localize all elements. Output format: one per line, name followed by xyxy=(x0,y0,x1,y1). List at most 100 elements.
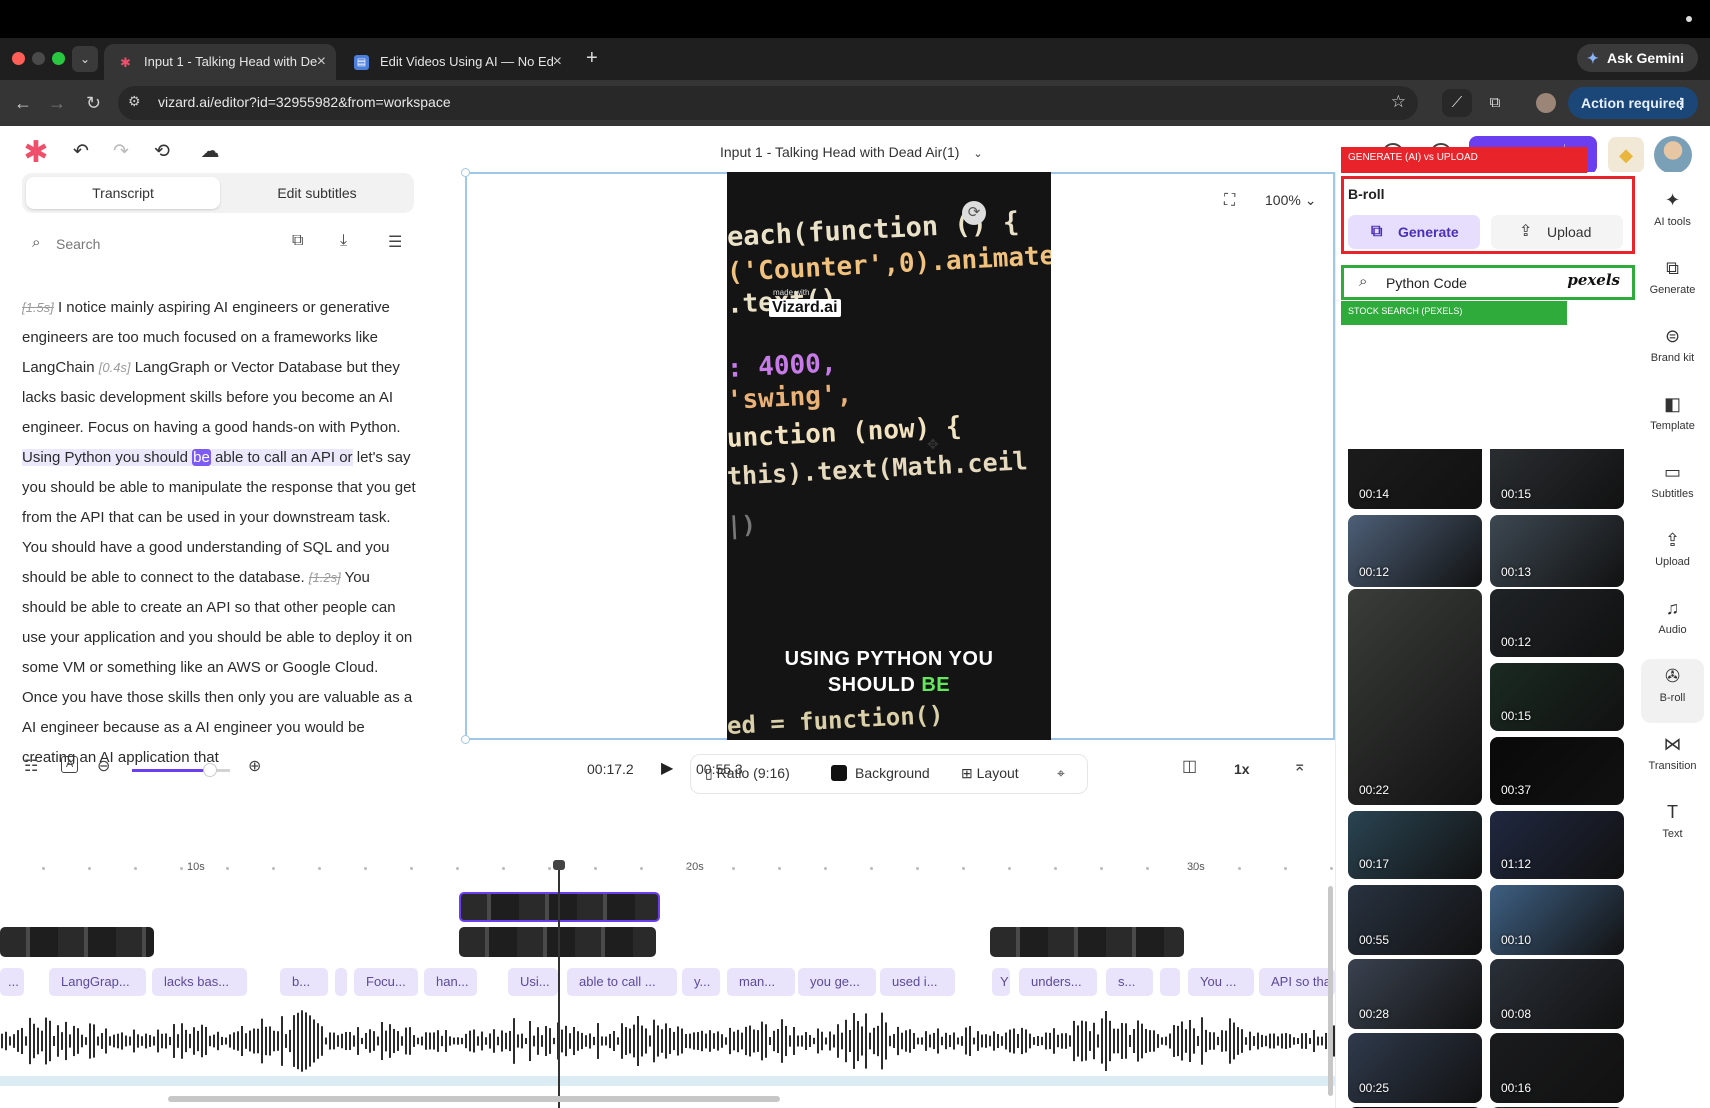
broll-thumbnail[interactable]: 00:37 xyxy=(1490,737,1624,805)
broll-thumbnail[interactable]: 00:15 xyxy=(1490,449,1624,509)
word-chip[interactable]: y... xyxy=(682,968,720,996)
word-chip[interactable]: LangGrap... xyxy=(49,968,146,996)
zoom-in-icon[interactable]: ⊕ xyxy=(248,756,261,776)
broll-thumbnail[interactable]: 00:10 xyxy=(1490,885,1624,955)
broll-thumbnail[interactable]: 00:16 xyxy=(1490,1033,1624,1103)
word-chip[interactable]: man... xyxy=(727,968,795,996)
transcript-text[interactable]: [1.5s] I notice mainly aspiring AI engin… xyxy=(22,293,417,938)
user-avatar[interactable] xyxy=(1654,136,1692,174)
tab-transcript[interactable]: Transcript xyxy=(26,177,220,209)
word-chip[interactable]: used i... xyxy=(880,968,955,996)
undo-icon[interactable]: ↶ xyxy=(68,139,94,165)
rail-item[interactable]: ✇ B-roll xyxy=(1635,659,1710,723)
timeline-ruler[interactable]: 10s 20s 30s xyxy=(0,861,1335,881)
generate-button[interactable]: ⧉ Generate xyxy=(1348,215,1480,249)
word-chip[interactable]: Focu... xyxy=(354,968,418,996)
timeline-collapse-icon[interactable]: ⌅ xyxy=(1293,756,1306,776)
broll-thumbnail[interactable]: 00:13 xyxy=(1490,515,1624,587)
new-tab-button[interactable]: + xyxy=(586,46,598,70)
word-chip[interactable] xyxy=(1160,968,1180,996)
word-chip[interactable]: b... xyxy=(280,968,328,996)
speed-button[interactable]: 1x xyxy=(1234,761,1250,777)
rail-item[interactable]: ♫ Audio xyxy=(1635,596,1710,654)
rail-item[interactable]: ⊜ Brand kit xyxy=(1635,324,1710,382)
download-icon[interactable]: ⤓ xyxy=(340,232,347,250)
omnibox[interactable]: ⚙ vizard.ai/editor?id=32955982&from=work… xyxy=(118,86,1418,120)
word-chip[interactable]: s... xyxy=(1106,968,1153,996)
timeline-zoom-slider[interactable] xyxy=(132,763,230,777)
close-tab-icon[interactable]: × xyxy=(553,44,562,80)
broll-thumbnail[interactable]: 00:14 xyxy=(1348,449,1482,509)
upload-button[interactable]: ⇪ Upload xyxy=(1491,215,1623,249)
word-chip[interactable]: API so tha xyxy=(1259,968,1335,996)
video-clip[interactable] xyxy=(0,927,154,957)
rail-item[interactable]: ⧉ Generate xyxy=(1635,256,1710,314)
word-chip[interactable]: You ... xyxy=(1188,968,1254,996)
word-chip[interactable]: ... xyxy=(0,968,24,996)
redo-icon[interactable]: ↷ xyxy=(108,139,134,165)
upgrade-gem-icon[interactable]: ◆ xyxy=(1608,137,1644,173)
broll-search-input[interactable] xyxy=(1386,271,1556,295)
broll-thumbnail[interactable]: 00:12 xyxy=(1348,515,1482,587)
browser-tab-active[interactable]: ✱ Input 1 - Talking Head with De × xyxy=(104,44,336,80)
play-icon[interactable]: ▶ xyxy=(661,758,673,778)
browser-tab[interactable]: ▤ Edit Videos Using AI — No Ed × xyxy=(340,44,572,80)
extensions-puzzle-icon[interactable]: ⧉ xyxy=(1480,89,1510,117)
broll-thumbnail[interactable]: 00:12 xyxy=(1490,589,1624,657)
tab-edit-subtitles[interactable]: Edit subtitles xyxy=(220,177,414,209)
vizard-logo[interactable]: ✱ xyxy=(22,138,50,168)
rail-item[interactable]: ◧ Template xyxy=(1635,392,1710,450)
minimize-window-button[interactable] xyxy=(32,52,45,65)
resize-handle[interactable] xyxy=(461,735,470,744)
cloud-icon[interactable]: ☁ xyxy=(197,139,223,165)
split-icon[interactable]: ◫ xyxy=(1182,756,1197,776)
word-chip[interactable]: unders... xyxy=(1019,968,1097,996)
broll-thumbnail[interactable]: 00:22 xyxy=(1348,589,1482,805)
ask-gemini-button[interactable]: ✦ Ask Gemini xyxy=(1576,44,1698,72)
word-chip[interactable]: able to call ... xyxy=(567,968,677,996)
zoom-out-icon[interactable]: ⊖ xyxy=(97,756,110,776)
pause-marker[interactable]: [1.2s] xyxy=(309,570,341,585)
video-preview[interactable]: each(function () { ('Counter',0).animate… xyxy=(727,172,1051,740)
timeline-horizontal-scrollbar[interactable] xyxy=(168,1096,780,1102)
forward-icon[interactable]: → xyxy=(48,91,66,115)
profile-avatar[interactable] xyxy=(1536,93,1556,113)
pause-marker[interactable]: [0.4s] xyxy=(99,360,131,375)
rail-item[interactable]: T Text xyxy=(1635,800,1710,858)
timeline-settings-icon[interactable]: ☷ xyxy=(24,756,38,776)
rail-item[interactable]: ✦ AI tools xyxy=(1635,188,1710,246)
filter-icon[interactable]: ☰ xyxy=(388,232,402,252)
tab-search-button[interactable]: ⌄ xyxy=(72,46,98,72)
broll-thumbnail[interactable]: 00:55 xyxy=(1348,885,1482,955)
extension-wand-icon[interactable]: ⟋ xyxy=(1442,89,1472,117)
word-chip[interactable] xyxy=(335,968,347,996)
pause-marker[interactable]: [1.5s] xyxy=(22,300,54,315)
transcript-search-input[interactable] xyxy=(56,232,276,256)
zoom-select[interactable]: 100% ⌄ xyxy=(1265,192,1316,209)
close-tab-icon[interactable]: × xyxy=(317,44,326,80)
reload-icon[interactable]: ↻ xyxy=(86,91,101,115)
site-info-icon[interactable]: ⚙ xyxy=(128,93,141,110)
playhead-handle[interactable] xyxy=(553,860,565,870)
broll-thumbnail[interactable]: 00:15 xyxy=(1490,663,1624,731)
bookmark-star-icon[interactable]: ☆ xyxy=(1391,92,1406,112)
broll-thumbnail[interactable]: 00:08 xyxy=(1490,959,1624,1029)
auto-icon[interactable]: A xyxy=(61,756,78,773)
zoom-window-button[interactable] xyxy=(52,52,65,65)
action-required-button[interactable]: Action required ⋮ xyxy=(1568,87,1698,119)
back-icon[interactable]: ← xyxy=(14,91,32,115)
rotate-icon[interactable]: ⟳ xyxy=(962,201,986,225)
copy-icon[interactable]: ⧉ xyxy=(292,232,303,250)
word-chip[interactable]: lacks bas... xyxy=(152,968,247,996)
resize-handle[interactable] xyxy=(461,168,470,177)
rail-item[interactable]: ⋈ Transition xyxy=(1635,732,1710,790)
broll-thumbnail[interactable]: 01:12 xyxy=(1490,811,1624,879)
word-chip[interactable]: han... xyxy=(424,968,477,996)
word-chip[interactable]: Usi... xyxy=(508,968,558,996)
fullscreen-icon[interactable]: ⛶ xyxy=(1224,192,1235,210)
playhead[interactable] xyxy=(553,860,565,1108)
history-icon[interactable]: ⟲ xyxy=(149,139,175,165)
slider-knob[interactable] xyxy=(203,763,218,777)
rail-item[interactable]: ▭ Subtitles xyxy=(1635,460,1710,518)
project-title[interactable]: Input 1 - Talking Head with Dead Air(1) ⌄ xyxy=(720,144,983,160)
